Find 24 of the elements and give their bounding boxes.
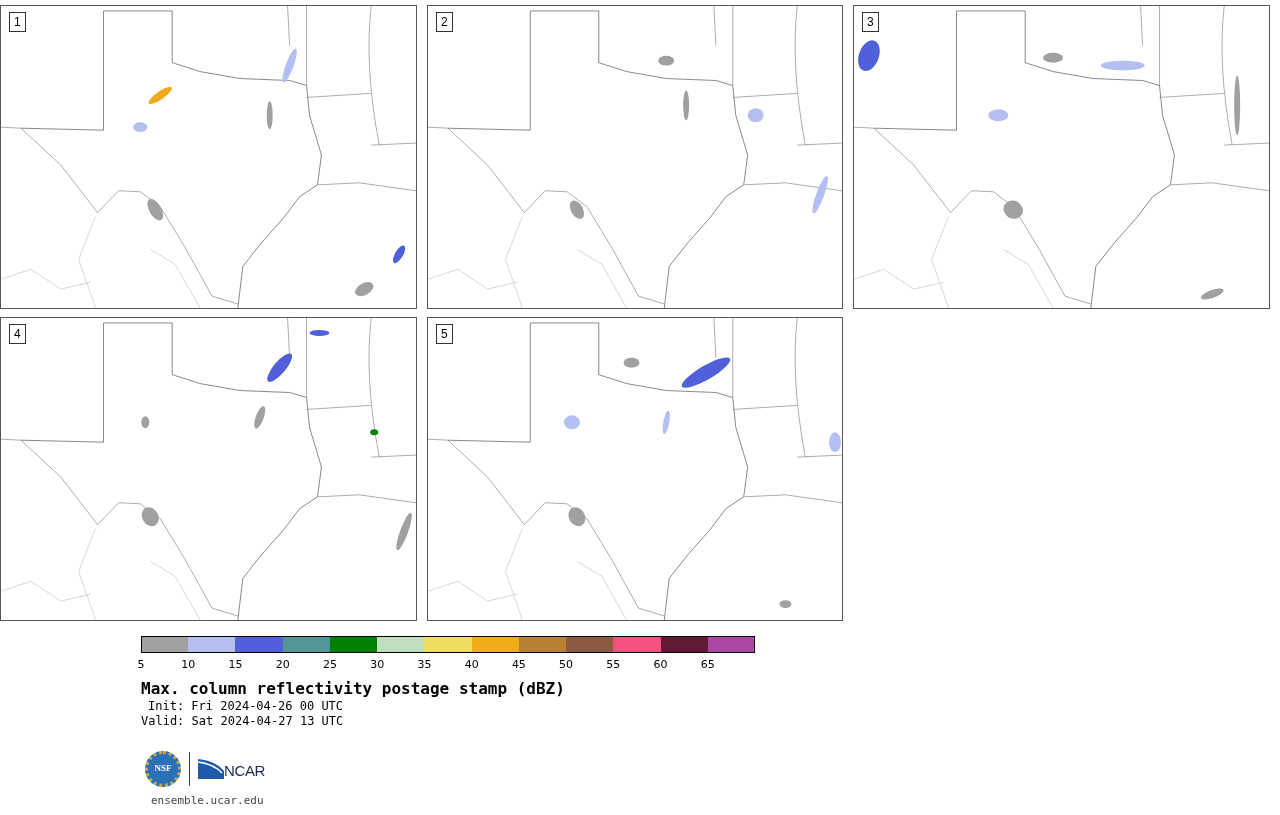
scale-label: 55: [606, 658, 621, 671]
panel-number: 4: [9, 324, 26, 344]
scale-label: 40: [464, 658, 479, 671]
scale-label: 45: [511, 658, 526, 671]
ncar-logo: NCAR: [198, 759, 265, 779]
chart-title: Max. column reflectivity postage stamp (dBZ): [141, 679, 566, 699]
scale-label: 15: [228, 658, 243, 671]
scale-label: 5: [137, 658, 145, 671]
scale-label: 65: [700, 658, 715, 671]
website-url: ensemble.ucar.edu: [151, 793, 265, 809]
scale-label: 10: [181, 658, 196, 671]
scale-label: 60: [653, 658, 668, 671]
panel-number: 2: [436, 12, 453, 32]
valid-time: Valid: Sat 2024-04-27 13 UTC: [141, 714, 345, 729]
panel-number: 1: [9, 12, 26, 32]
scale-label: 35: [417, 658, 432, 671]
scale-label: 30: [370, 658, 385, 671]
scale-label: 25: [322, 658, 337, 671]
init-time: Init: Fri 2024-04-26 00 UTC: [147, 699, 345, 714]
panel-number: 3: [862, 12, 879, 32]
panel-number: 5: [436, 324, 453, 344]
nsf-logo: NSF: [145, 751, 181, 787]
scale-label: 20: [275, 658, 290, 671]
scale-label: 50: [559, 658, 574, 671]
